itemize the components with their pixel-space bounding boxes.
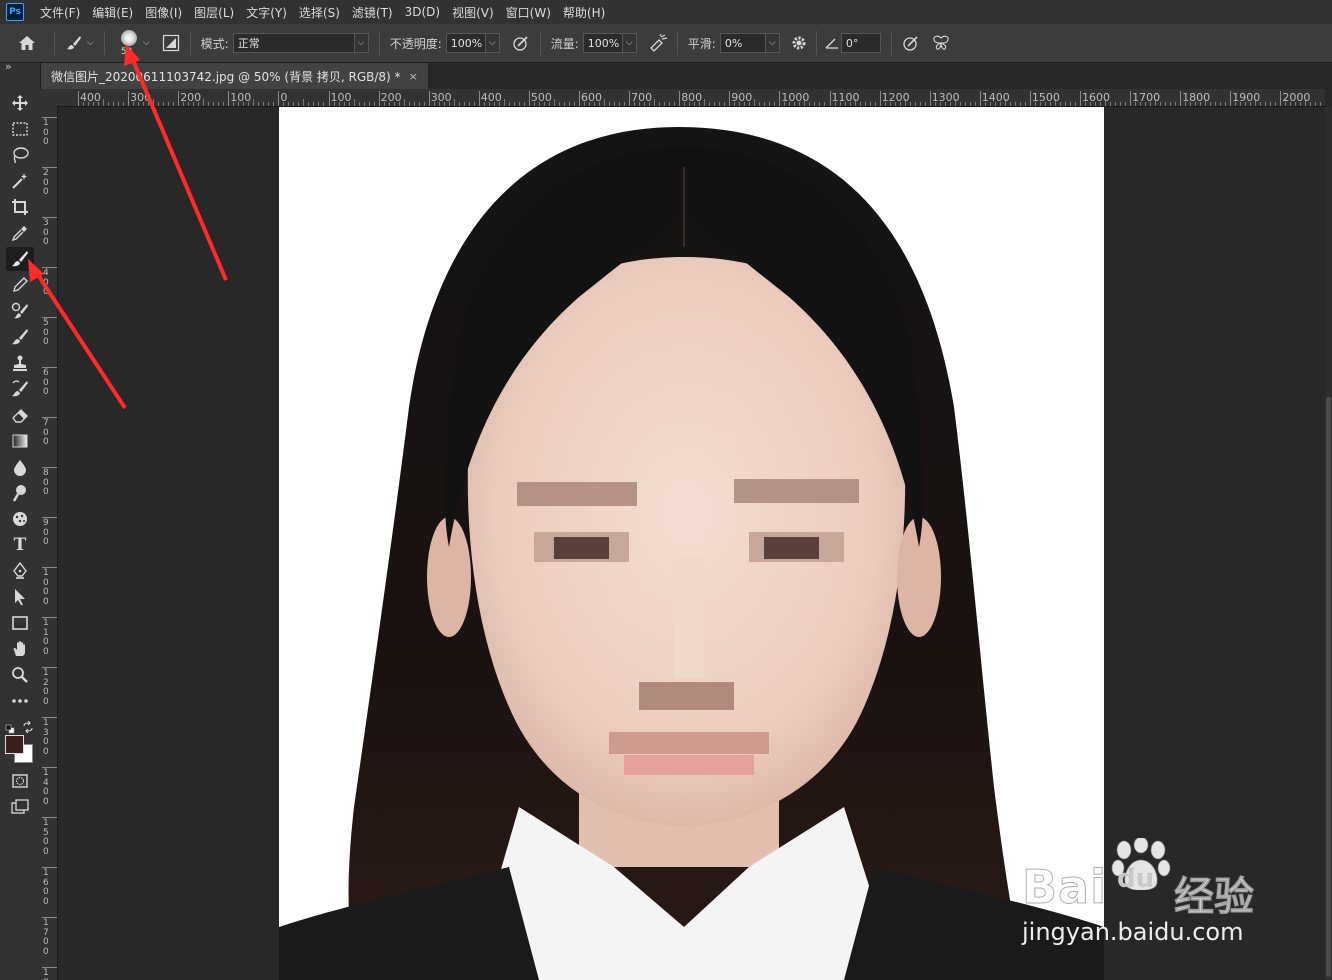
watermark-brand-latin: Bai (1022, 860, 1107, 915)
watermark-brand-du: du (1117, 864, 1155, 894)
watermark-url: jingyan.baidu.com (1022, 918, 1244, 946)
annotation-arrow-brush-tool (34, 270, 127, 410)
scrollbar-thumb[interactable] (1326, 397, 1331, 977)
watermark-brand-cn: 经验 (1174, 874, 1255, 921)
annotation-arrow-brush-preset (130, 57, 228, 281)
annotation-arrowhead-brush-preset (124, 44, 140, 66)
annotation-arrows (28, 44, 228, 410)
baidu-watermark: Bai du 经验 jingyan.baidu.com (1022, 838, 1282, 948)
vertical-scrollbar[interactable] (1325, 107, 1332, 980)
